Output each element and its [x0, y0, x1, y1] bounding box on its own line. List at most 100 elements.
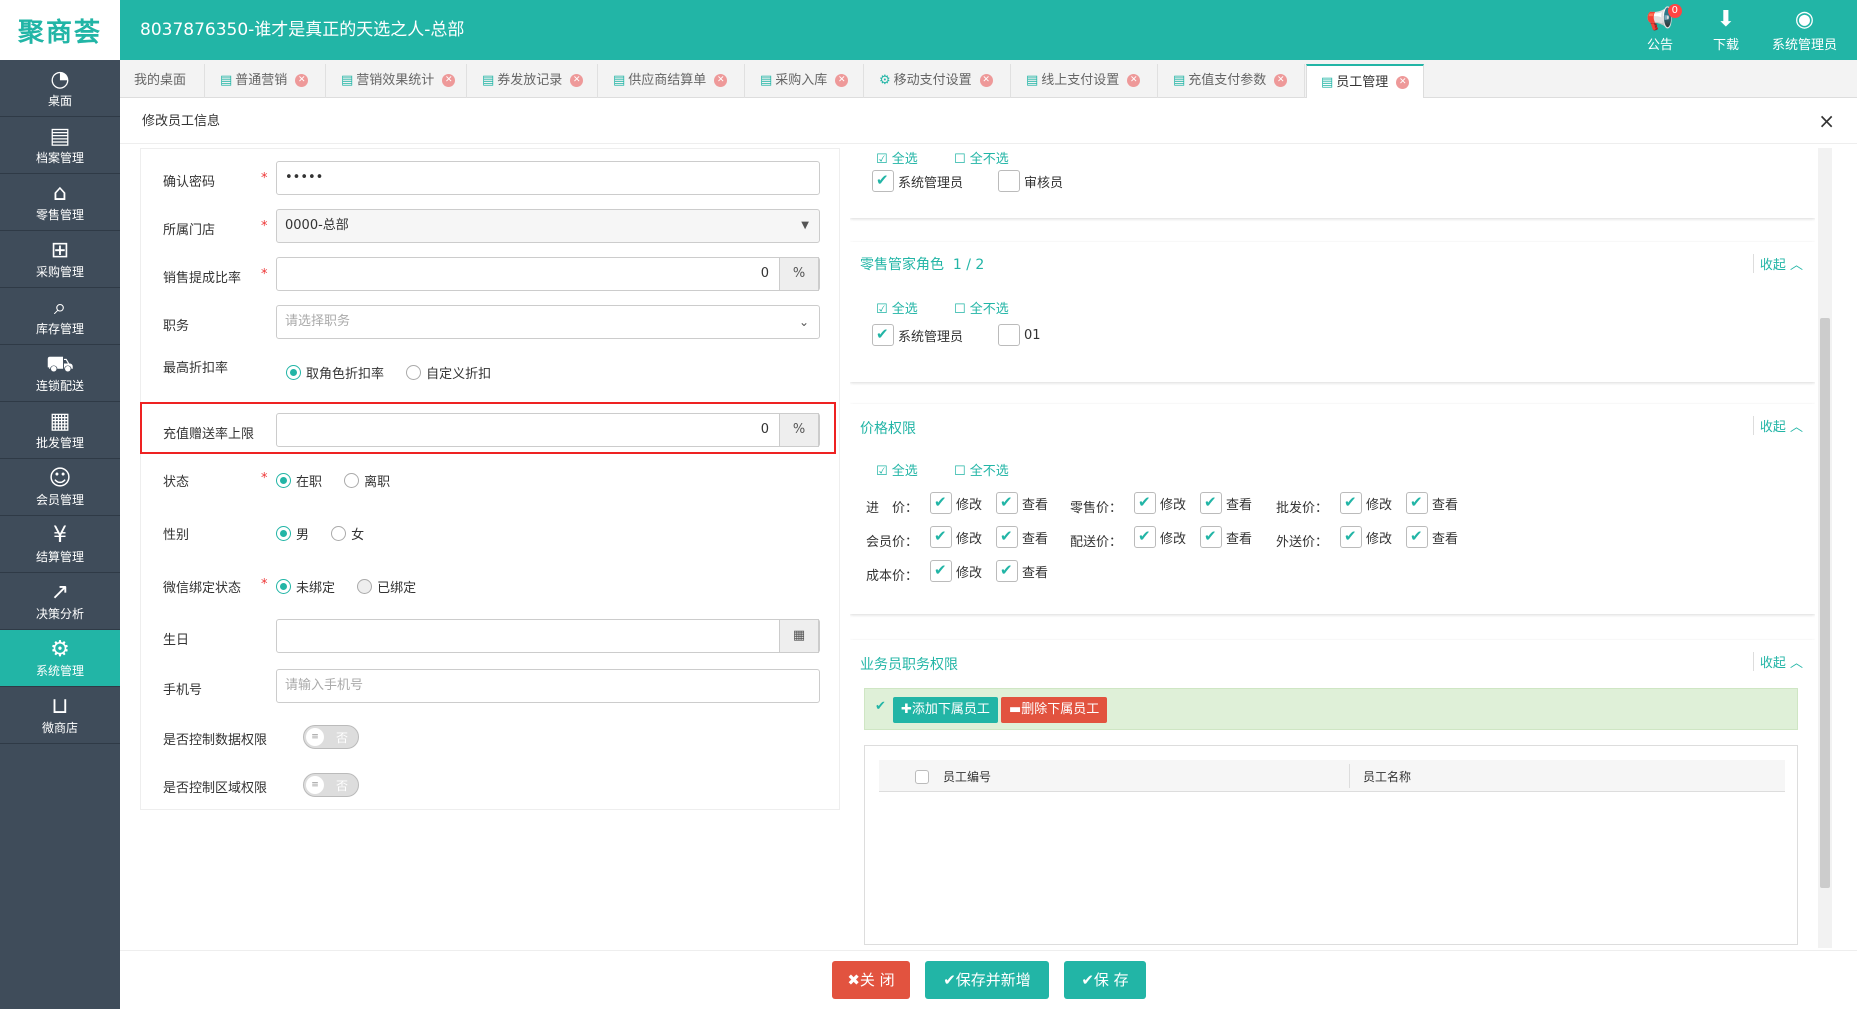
dialog-footer: ✖关 闭 ✔保存并新增 ✔保 存 [120, 950, 1857, 1009]
calendar-icon[interactable]: ▦ [779, 619, 819, 653]
member-modify-checkbox[interactable]: 修改 [930, 526, 982, 548]
takeout-modify-checkbox[interactable]: 修改 [1340, 526, 1392, 548]
sidebar-item-inventory[interactable]: ⌕ 库存管理 [0, 288, 120, 345]
tab-coupon-records[interactable]: ▤ 券发放记录 ✕ [468, 64, 598, 98]
radio-dot [344, 473, 360, 488]
purchase-modify-checkbox[interactable]: 修改 [930, 492, 982, 514]
delete-sub-employee-button[interactable]: ▬删除下属员工 [1001, 697, 1108, 723]
cost-view-checkbox[interactable]: 查看 [996, 560, 1048, 582]
gender-male-radio[interactable]: 男 [276, 524, 309, 543]
role-auditor-checkbox[interactable]: 审核员 [998, 170, 1063, 192]
close-tab-icon[interactable]: ✕ [835, 74, 849, 87]
sidebar-item-system[interactable]: ⚙ 系统管理 [0, 630, 120, 687]
wholesale-modify-checkbox[interactable]: 修改 [1340, 492, 1392, 514]
collapse-button[interactable]: 收起 ︿ [1752, 416, 1803, 435]
sidebar-item-analysis[interactable]: ↗ 决策分析 [0, 573, 120, 630]
area-permission-toggle[interactable]: ≡ 否 [303, 773, 359, 797]
member-view-checkbox[interactable]: 查看 [996, 526, 1048, 548]
tab-mobile-payment[interactable]: ⚙ 移动支付设置 ✕ [865, 64, 1011, 98]
checkbox-box [1200, 526, 1222, 548]
collapse-button[interactable]: 收起 ︿ [1752, 254, 1803, 273]
sidebar-item-purchase[interactable]: ⊞ 采购管理 [0, 231, 120, 288]
purchase-view-checkbox[interactable]: 查看 [996, 492, 1048, 514]
phone-input[interactable]: 请输入手机号 [276, 669, 820, 703]
close-button[interactable]: ✖关 闭 [832, 961, 910, 999]
close-tab-icon[interactable]: ✕ [1274, 74, 1288, 87]
commission-input[interactable]: 0% [276, 257, 820, 291]
tab-label: 普通营销 [235, 73, 288, 88]
confirm-password-input[interactable]: ••••• [276, 161, 820, 195]
sidebar-item-microshop[interactable]: ⊔ 微商店 [0, 687, 120, 744]
delivery-view-checkbox[interactable]: 查看 [1200, 526, 1252, 548]
discount-custom-radio[interactable]: 自定义折扣 [406, 363, 491, 382]
shop-icon: ⊔ [51, 693, 69, 719]
tab-marketing-stats[interactable]: ▤ 营销效果统计 ✕ [327, 64, 467, 98]
add-sub-employee-button[interactable]: ✚添加下属员工 [893, 697, 998, 723]
right-scrollbar[interactable] [1818, 148, 1832, 948]
retail-modify-checkbox[interactable]: 修改 [1134, 492, 1186, 514]
tab-employee-management[interactable]: ▤ 员工管理 ✕ [1306, 64, 1424, 98]
field-label: 微信绑定状态 [163, 581, 242, 596]
data-permission-toggle[interactable]: ≡ 否 [303, 725, 359, 749]
save-and-new-button[interactable]: ✔保存并新增 [925, 961, 1049, 999]
price-label-purchase: 进 价： [866, 501, 919, 516]
sidebar-item-desktop[interactable]: ◔ 桌面 [0, 60, 120, 117]
tab-supplier-settlement[interactable]: ▤ 供应商结算单 ✕ [599, 64, 745, 98]
status-active-radio[interactable]: 在职 [276, 471, 322, 490]
collapse-button[interactable]: 收起 ︿ [1752, 652, 1803, 671]
role-admin-checkbox[interactable]: 系统管理员 [872, 170, 963, 192]
tab-online-payment[interactable]: ▤ 线上支付设置 ✕ [1012, 64, 1158, 98]
close-tab-icon[interactable]: ✕ [1127, 74, 1141, 87]
discount-role-radio[interactable]: 取角色折扣率 [286, 363, 384, 382]
user-menu[interactable]: ◉ 系统管理员 [1772, 6, 1837, 53]
cost-modify-checkbox[interactable]: 修改 [930, 560, 982, 582]
close-tab-icon[interactable]: ✕ [714, 74, 728, 87]
tab-recharge-payment[interactable]: ▤ 充值支付参数 ✕ [1159, 64, 1305, 98]
sidebar-item-settlement[interactable]: ¥ 结算管理 [0, 516, 120, 573]
sidebar-item-member[interactable]: ☺ 会员管理 [0, 459, 120, 516]
wechat-unbound-radio[interactable]: 未绑定 [276, 577, 335, 596]
scrollbar-thumb[interactable] [1820, 318, 1830, 888]
tab-marketing[interactable]: ▤ 普通营销 ✕ [206, 64, 326, 98]
delivery-modify-checkbox[interactable]: 修改 [1134, 526, 1186, 548]
status-left-radio[interactable]: 离职 [344, 471, 390, 490]
notice-button[interactable]: 📢 0 公告 [1640, 4, 1682, 53]
takeout-view-checkbox[interactable]: 查看 [1406, 526, 1458, 548]
store-select[interactable]: 0000-总部 ▼ [276, 209, 820, 243]
select-all-link[interactable]: ☑ 全选 [876, 148, 918, 167]
retail-view-checkbox[interactable]: 查看 [1200, 492, 1252, 514]
select-none-link[interactable]: ☐ 全不选 [954, 148, 1009, 167]
select-none-link[interactable]: ☐ 全不选 [954, 460, 1009, 479]
position-select[interactable]: 请选择职务 ⌄ [276, 305, 820, 339]
birthday-input[interactable]: ▦ [276, 619, 820, 653]
close-tab-icon[interactable]: ✕ [1396, 76, 1410, 89]
list-icon: ▤ [482, 73, 495, 88]
member-icon: ☺ [48, 465, 72, 491]
form-row-confirm-password: 确认密码 * ••••• [141, 161, 841, 197]
select-none-link[interactable]: ☐ 全不选 [954, 298, 1009, 317]
sidebar-item-delivery[interactable]: ⛟ 连锁配送 [0, 345, 120, 402]
close-icon[interactable]: × [1818, 99, 1835, 144]
retail-role-01-checkbox[interactable]: 01 [998, 324, 1041, 346]
select-all-link[interactable]: ☑ 全选 [876, 460, 918, 479]
form-row-data-permission: 是否控制数据权限 ≡ 否 [141, 725, 841, 761]
retail-role-admin-checkbox[interactable]: 系统管理员 [872, 324, 963, 346]
tab-purchase-inbound[interactable]: ▤ 采购入库 ✕ [746, 64, 864, 98]
checkbox-box [872, 170, 894, 192]
select-all-link[interactable]: ☑ 全选 [876, 298, 918, 317]
sidebar-item-retail[interactable]: ⌂ 零售管理 [0, 174, 120, 231]
download-button[interactable]: ⬇ 下载 [1706, 6, 1746, 53]
gender-female-radio[interactable]: 女 [331, 524, 364, 543]
close-tab-icon[interactable]: ✕ [979, 74, 993, 87]
button-label: 保 存 [1093, 971, 1129, 989]
check-icon: ✔ [1081, 971, 1094, 989]
close-tab-icon[interactable]: ✕ [442, 74, 456, 87]
select-all-checkbox[interactable] [915, 770, 929, 784]
sidebar-item-archive[interactable]: ▤ 档案管理 [0, 117, 120, 174]
sidebar-item-wholesale[interactable]: ▦ 批发管理 [0, 402, 120, 459]
close-tab-icon[interactable]: ✕ [295, 74, 309, 87]
tab-my-desktop[interactable]: 我的桌面 [120, 64, 205, 98]
close-tab-icon[interactable]: ✕ [570, 74, 584, 87]
wholesale-view-checkbox[interactable]: 查看 [1406, 492, 1458, 514]
save-button[interactable]: ✔保 存 [1064, 961, 1146, 999]
